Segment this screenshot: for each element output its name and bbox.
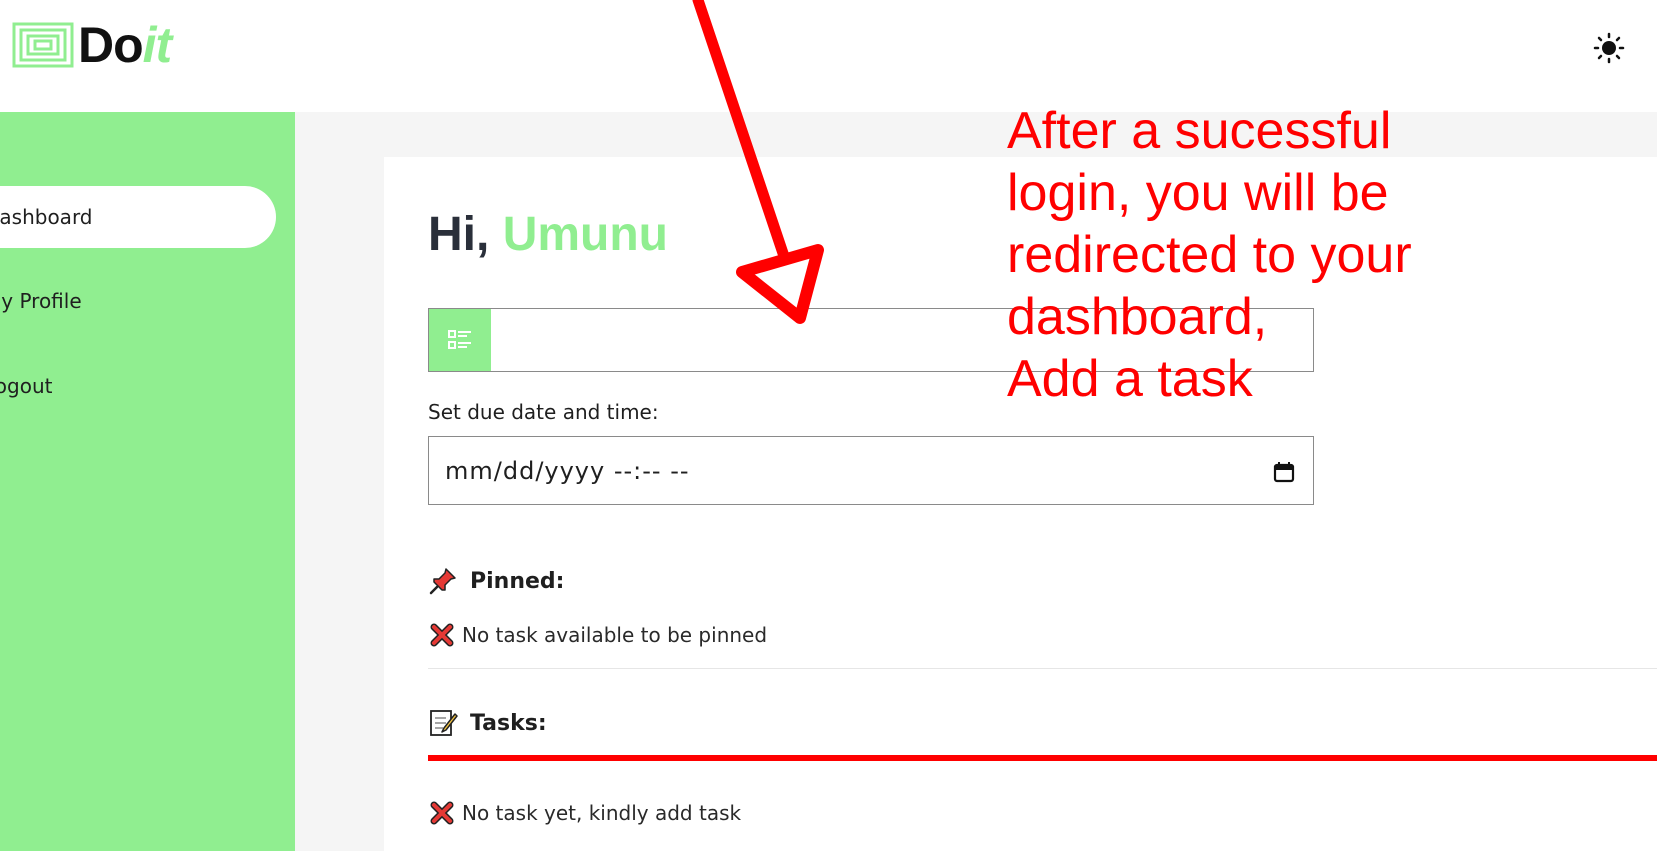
due-datetime-value: mm/dd/yyyy --:-- -- — [445, 456, 690, 485]
tasks-empty-message: No task yet, kindly add task — [430, 801, 741, 825]
sidebar-item-label: Logout — [0, 374, 53, 398]
cross-mark-icon — [430, 801, 454, 825]
logo-mark-icon — [12, 22, 74, 68]
due-datetime-input[interactable]: mm/dd/yyyy --:-- -- — [428, 436, 1314, 505]
sidebar-item-my-profile[interactable]: My Profile — [0, 270, 82, 332]
sidebar-item-logout[interactable]: Logout — [0, 355, 52, 417]
pinned-title: Pinned: — [470, 568, 565, 594]
greeting-prefix: Hi, — [428, 208, 490, 261]
page-title: Hi, Umunu — [428, 205, 668, 265]
pinned-empty-message: No task available to be pinned — [430, 623, 767, 647]
sidebar-item-dashboard[interactable]: Dashboard — [0, 186, 276, 248]
sidebar-item-label: Dashboard — [0, 205, 93, 229]
logo-do: Do — [78, 17, 144, 73]
annotation-underline — [428, 755, 1657, 761]
tasks-empty-text: No task yet, kindly add task — [462, 801, 742, 825]
annotation-text: After a sucessful login, you will be red… — [1007, 102, 1412, 408]
cross-mark-icon — [430, 623, 454, 647]
logo-text: Doit — [78, 17, 173, 73]
tasks-heading: Tasks: — [428, 708, 547, 738]
header: Doit — [0, 0, 1657, 112]
logo-it: it — [142, 17, 173, 73]
pinned-heading: Pinned: — [428, 566, 564, 596]
pinned-empty-text: No task available to be pinned — [462, 623, 768, 647]
tasks-title: Tasks: — [470, 710, 547, 736]
user-name: Umunu — [502, 208, 668, 261]
section-divider — [428, 668, 1657, 669]
due-date-label: Set due date and time: — [428, 400, 659, 424]
pushpin-icon — [428, 566, 458, 596]
list-icon — [429, 309, 491, 371]
app-logo[interactable]: Doit — [12, 17, 173, 73]
sun-icon[interactable] — [1593, 32, 1625, 64]
sidebar-item-label: My Profile — [0, 289, 82, 313]
memo-icon — [428, 708, 458, 738]
calendar-icon[interactable] — [1273, 461, 1295, 483]
